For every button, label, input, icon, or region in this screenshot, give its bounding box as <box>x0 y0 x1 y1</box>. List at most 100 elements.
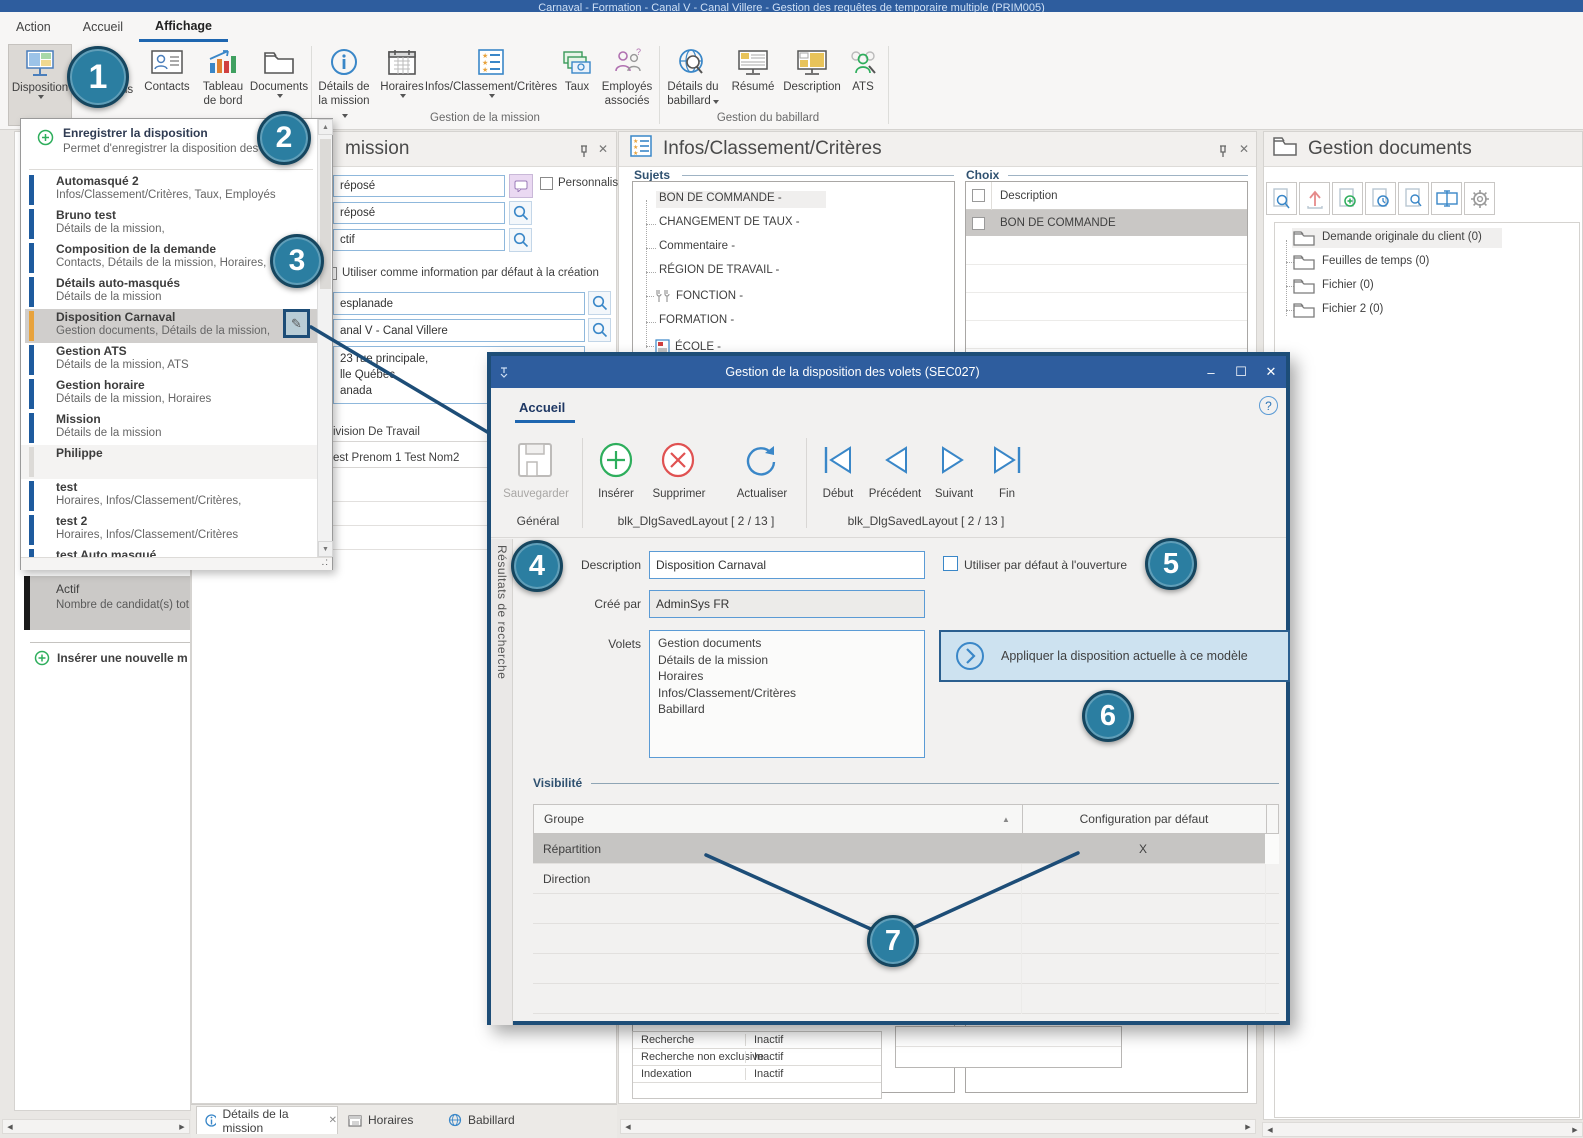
layout-item-bruno-test[interactable]: Bruno test Détails de la mission, <box>21 207 318 241</box>
col-config-defaut[interactable]: Configuration par défaut <box>1022 812 1266 826</box>
details-babillard-button[interactable]: Détails du babillard <box>663 44 723 108</box>
maximize-button[interactable]: ☐ <box>1226 364 1256 380</box>
ats-button[interactable]: ATS <box>843 44 883 94</box>
taux-button[interactable]: Taux <box>556 44 598 94</box>
volets-listbox[interactable]: Gestion documents Détails de la mission … <box>649 630 925 758</box>
docs-panel-hscrollbar[interactable]: ◀ ▶ <box>1262 1122 1583 1137</box>
default-open-checkbox[interactable] <box>943 556 958 571</box>
tab-accueil[interactable]: Accueil <box>67 14 139 40</box>
layout-item-test[interactable]: test Horaires, Infos/Classement/Critères… <box>21 479 318 513</box>
tree-item-changement-taux[interactable]: CHANGEMENT DE TAUX - <box>659 216 800 228</box>
row-checkbox[interactable] <box>972 217 985 230</box>
scroll-left-arrow[interactable]: ◀ <box>3 1123 17 1131</box>
layout-item-philippe[interactable]: Philippe <box>21 445 318 479</box>
mission-field-5[interactable]: anal V - Canal Villere <box>333 319 585 342</box>
layout-item-automasque2[interactable]: Automasqué 2 Infos/Classement/Critères, … <box>21 173 318 207</box>
first-button[interactable]: Début <box>816 488 860 500</box>
default-info-checkbox[interactable] <box>333 267 337 280</box>
dialog-tab-accueil[interactable]: Accueil <box>519 400 565 415</box>
search-lookup-button[interactable] <box>509 201 532 225</box>
layout-item-test-auto-masque[interactable]: test Auto masqué <box>21 547 318 557</box>
col-groupe[interactable]: Groupe <box>544 812 584 826</box>
results-side-tab[interactable]: Résultats de recherche <box>495 545 509 679</box>
select-all-checkbox[interactable] <box>972 189 985 202</box>
mission-field-1[interactable]: réposé <box>333 175 505 197</box>
layout-item-disposition-carnaval-selected[interactable]: Disposition Carnaval Gestion documents, … <box>25 309 318 343</box>
docs-tree-item[interactable]: Fichier (0) <box>1292 276 1374 294</box>
choix-row-selected[interactable]: BON DE COMMANDE <box>966 210 1247 236</box>
layout-item-gestion-horaire[interactable]: Gestion horaire Détails de la mission, H… <box>21 377 318 411</box>
disposition-button[interactable]: Disposition <box>8 44 72 126</box>
tab-affichage[interactable]: Affichage <box>139 13 228 42</box>
previous-button[interactable]: Précédent <box>861 488 929 500</box>
docs-tree-item[interactable]: Fichier 2 (0) <box>1292 300 1383 318</box>
volets-item[interactable]: Gestion documents <box>658 635 916 652</box>
close-icon[interactable]: ✕ <box>598 142 608 156</box>
search-lookup-button[interactable] <box>588 318 611 342</box>
tree-item-formation[interactable]: FORMATION - <box>659 314 734 326</box>
doc-upload-button[interactable] <box>1299 182 1330 215</box>
description-button[interactable]: Description <box>781 44 843 94</box>
dialog-titlebar[interactable]: Gestion de la disposition des volets (SE… <box>491 356 1286 388</box>
doc-rename-button[interactable] <box>1431 182 1462 215</box>
doc-history-button[interactable] <box>1365 182 1396 215</box>
close-icon[interactable]: ✕ <box>1239 142 1249 156</box>
scroll-right-arrow[interactable]: ▶ <box>1241 1123 1255 1131</box>
personnalise-checkbox[interactable] <box>540 177 553 190</box>
scroll-left-arrow[interactable]: ◀ <box>621 1123 635 1131</box>
doc-preview-button[interactable] <box>1398 182 1429 215</box>
comment-button[interactable] <box>509 174 533 198</box>
tree-item-region-travail[interactable]: RÉGION DE TRAVAIL - <box>659 264 779 276</box>
next-button[interactable]: Suivant <box>923 488 985 500</box>
refresh-button[interactable]: Actualiser <box>726 488 798 500</box>
layout-item-test2[interactable]: test 2 Horaires, Infos/Classement/Critèr… <box>21 513 318 547</box>
volets-item[interactable]: Babillard <box>658 701 916 718</box>
delete-button[interactable]: Supprimer <box>643 488 715 500</box>
layout-item-details-automasques[interactable]: Détails auto-masqués Détails de la missi… <box>21 275 318 309</box>
layout-item-mission[interactable]: Mission Détails de la mission <box>21 411 318 445</box>
tab-horaires[interactable]: Horaires <box>348 1106 413 1134</box>
tree-item-fonction[interactable]: FONCTION - <box>676 290 743 302</box>
scroll-down-arrow[interactable]: ▼ <box>318 541 333 557</box>
dropdown-scrollbar[interactable]: ▲ ▼ <box>317 119 332 557</box>
documents-button[interactable]: Documents <box>250 44 308 98</box>
layout-item-gestion-ats[interactable]: Gestion ATS Détails de la mission, ATS <box>21 343 318 377</box>
property-row[interactable]: Indexation Inactif <box>633 1066 881 1083</box>
help-button[interactable]: ? <box>1259 396 1278 415</box>
scroll-up-arrow[interactable]: ▲ <box>318 119 333 135</box>
infos-classement-button[interactable]: ★★ ★ Infos/Classement/Critères <box>430 44 552 98</box>
doc-add-button[interactable] <box>1332 182 1363 215</box>
property-row[interactable]: Recherche Inactif <box>633 1032 881 1049</box>
docs-tree-item[interactable]: Demande originale du client (0) <box>1292 228 1482 246</box>
scroll-right-arrow[interactable]: ▶ <box>1568 1126 1582 1134</box>
tree-item-commentaire[interactable]: Commentaire - <box>659 240 735 252</box>
property-row[interactable]: Recherche non exclusive Inactif <box>633 1049 881 1066</box>
edit-layout-pencil-button[interactable]: ✎ <box>283 309 310 338</box>
volets-item[interactable]: Infos/Classement/Critères <box>658 685 916 702</box>
visibilite-row-repartition[interactable]: Répartition X <box>533 834 1279 864</box>
left-panel-hscrollbar[interactable]: ◀ ▶ <box>2 1119 190 1134</box>
employes-associes-button[interactable]: ? Employés associés <box>600 44 654 108</box>
scroll-left-arrow[interactable]: ◀ <box>1263 1126 1277 1134</box>
doc-search-button[interactable] <box>1266 182 1297 215</box>
resume-button[interactable]: Résumé <box>727 44 779 94</box>
dropdown-resize-strip[interactable]: .: <box>21 557 332 570</box>
mission-field-2[interactable]: réposé <box>333 202 505 224</box>
search-lookup-button[interactable] <box>588 291 611 315</box>
tab-action[interactable]: Action <box>0 14 67 40</box>
insert-mission-button[interactable]: Insérer une nouvelle missi <box>34 650 187 666</box>
details-mission-button[interactable]: Détails de la mission <box>315 44 373 122</box>
insert-button[interactable]: Insérer <box>587 488 645 500</box>
volets-item[interactable]: Horaires <box>658 668 916 685</box>
minimize-button[interactable]: – <box>1196 365 1226 380</box>
pin-icon[interactable] <box>578 142 590 164</box>
dialog-close-button[interactable]: ✕ <box>1256 364 1286 380</box>
close-icon[interactable]: ✕ <box>329 1115 337 1126</box>
scroll-right-arrow[interactable]: ▶ <box>175 1123 189 1131</box>
last-button[interactable]: Fin <box>987 488 1027 500</box>
save-button[interactable]: Sauvegarder <box>495 488 577 500</box>
contacts-button[interactable]: Contacts <box>140 44 194 94</box>
tab-babillard[interactable]: Babillard <box>448 1106 515 1134</box>
search-lookup-button[interactable] <box>509 228 532 252</box>
doc-settings-button[interactable] <box>1464 182 1495 215</box>
